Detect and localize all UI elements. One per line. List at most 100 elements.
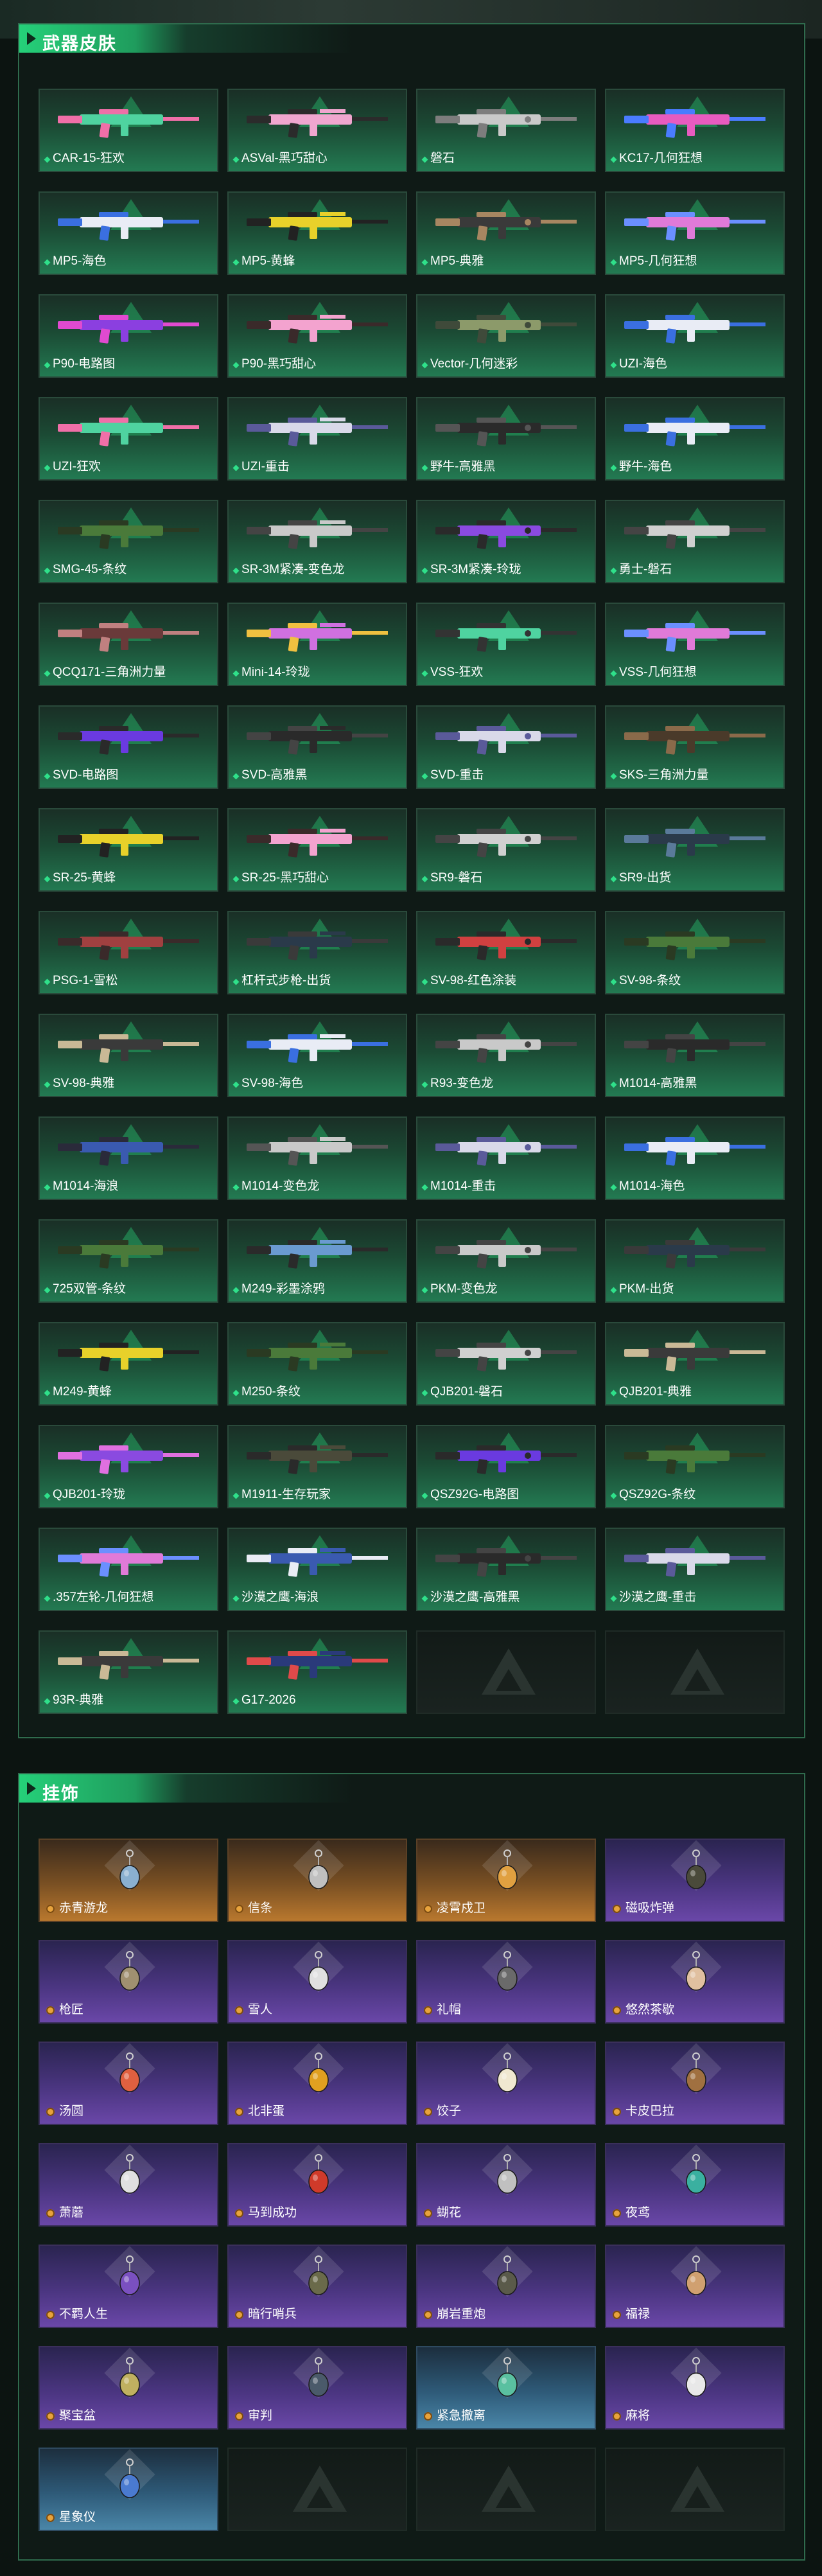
weapon-skin-card[interactable]: MP5-典雅 <box>416 191 596 275</box>
weapon-skin-card[interactable]: 沙漠之鹰-高雅黑 <box>416 1528 596 1611</box>
weapon-skin-card[interactable]: 勇士-磐石 <box>605 500 785 583</box>
charm-card[interactable]: 夜鸢 <box>605 2143 785 2227</box>
weapon-skin-card[interactable]: Mini-14-玲珑 <box>227 603 407 686</box>
weapon-skin-card[interactable]: .357左轮-几何狂想 <box>39 1528 218 1611</box>
charm-card[interactable]: 汤圆 <box>39 2042 218 2125</box>
weapon-skin-card[interactable]: 野牛-海色 <box>605 397 785 481</box>
quality-diamond-icon <box>421 464 428 472</box>
charm-card[interactable]: 不羁人生 <box>39 2245 218 2328</box>
weapon-skin-card[interactable]: SR9-出货 <box>605 808 785 892</box>
weapon-skin-card[interactable]: MP5-海色 <box>39 191 218 275</box>
weapon-skin-card[interactable]: SKS-三角洲力量 <box>605 705 785 789</box>
charm-signal-icon <box>235 2006 243 2015</box>
weapon-skin-card[interactable]: Vector-几何迷彩 <box>416 294 596 378</box>
weapon-skin-card[interactable]: SV-98-红色涂装 <box>416 911 596 994</box>
weapon-skin-card[interactable]: PKM-出货 <box>605 1219 785 1303</box>
weapon-skin-card[interactable]: QCQ171-三角洲力量 <box>39 603 218 686</box>
weapon-skin-card[interactable]: R93-变色龙 <box>416 1014 596 1097</box>
weapon-skin-card[interactable]: VSS-几何狂想 <box>605 603 785 686</box>
quality-diamond-icon <box>232 1287 240 1294</box>
weapon-skin-label: Mini-14-玲珑 <box>241 666 310 679</box>
weapon-skin-card[interactable]: QJB201-典雅 <box>605 1322 785 1406</box>
weapon-skin-card[interactable]: P90-电路图 <box>39 294 218 378</box>
weapon-skin-card[interactable]: SVD-电路图 <box>39 705 218 789</box>
charm-card[interactable]: 聚宝盆 <box>39 2346 218 2430</box>
weapon-skin-card[interactable]: MP5-几何狂想 <box>605 191 785 275</box>
weapon-skin-card[interactable]: QSZ92G-条纹 <box>605 1425 785 1508</box>
weapon-skin-card[interactable]: M1911-生存玩家 <box>227 1425 407 1508</box>
weapon-skin-card[interactable]: SVD-高雅黑 <box>227 705 407 789</box>
charm-card[interactable]: 悠然茶歇 <box>605 1940 785 2024</box>
charm-card[interactable]: 凌霄戍卫 <box>416 1839 596 1922</box>
quality-diamond-icon <box>44 156 51 163</box>
weapon-skin-card[interactable]: SR-3M紧凑-变色龙 <box>227 500 407 583</box>
weapon-skin-label: SR-25-黄蜂 <box>53 871 116 885</box>
charm-image <box>119 1849 140 1889</box>
weapon-skin-card[interactable]: M1014-重击 <box>416 1116 596 1200</box>
weapon-skin-card[interactable]: MP5-黄蜂 <box>227 191 407 275</box>
charm-card[interactable]: 枪匠 <box>39 1940 218 2024</box>
weapon-skin-card[interactable]: PSG-1-雪松 <box>39 911 218 994</box>
weapon-skin-card[interactable]: ASVal-黑巧甜心 <box>227 89 407 172</box>
charm-card[interactable]: 卡皮巴拉 <box>605 2042 785 2125</box>
weapon-skin-card[interactable]: SR9-磐石 <box>416 808 596 892</box>
charm-card[interactable]: 萧蘑 <box>39 2143 218 2227</box>
charm-card[interactable]: 星象仪 <box>39 2448 218 2531</box>
weapon-skin-card[interactable]: SR-25-黑巧甜心 <box>227 808 407 892</box>
weapon-skin-card[interactable]: M1014-海色 <box>605 1116 785 1200</box>
weapon-skin-card[interactable]: UZI-重击 <box>227 397 407 481</box>
weapon-skin-card[interactable]: G17-2026 <box>227 1630 407 1714</box>
charm-card[interactable]: 紧急撤离 <box>416 2346 596 2430</box>
charm-card[interactable]: 雪人 <box>227 1940 407 2024</box>
charm-card[interactable]: 审判 <box>227 2346 407 2430</box>
weapon-skin-card[interactable]: UZI-狂欢 <box>39 397 218 481</box>
weapon-skin-card[interactable]: SR-3M紧凑-玲珑 <box>416 500 596 583</box>
quality-diamond-icon <box>232 156 240 163</box>
charm-card[interactable]: 礼帽 <box>416 1940 596 2024</box>
weapon-skin-card[interactable]: 725双管-条纹 <box>39 1219 218 1303</box>
weapon-skin-card[interactable]: 沙漠之鹰-海浪 <box>227 1528 407 1611</box>
weapon-skin-card[interactable]: KC17-几何狂想 <box>605 89 785 172</box>
weapon-skin-card[interactable]: M1014-变色龙 <box>227 1116 407 1200</box>
weapon-skin-card[interactable]: QSZ92G-电路图 <box>416 1425 596 1508</box>
charm-card[interactable]: 马到成功 <box>227 2143 407 2227</box>
weapon-skin-card[interactable]: SMG-45-条纹 <box>39 500 218 583</box>
weapon-skin-card[interactable]: SV-98-海色 <box>227 1014 407 1097</box>
charm-card[interactable]: 赤青游龙 <box>39 1839 218 1922</box>
weapon-skin-label: SR-3M紧凑-玲珑 <box>430 563 521 576</box>
charm-card[interactable]: 饺子 <box>416 2042 596 2125</box>
weapon-skin-card[interactable]: PKM-变色龙 <box>416 1219 596 1303</box>
weapon-skin-card[interactable]: SR-25-黄蜂 <box>39 808 218 892</box>
weapon-skin-card[interactable]: M249-彩墨涂鸦 <box>227 1219 407 1303</box>
charm-image <box>308 2052 329 2092</box>
charm-card[interactable]: 麻将 <box>605 2346 785 2430</box>
weapon-skin-card[interactable]: M1014-高雅黑 <box>605 1014 785 1097</box>
weapon-skin-card[interactable]: CAR-15-狂欢 <box>39 89 218 172</box>
charm-card[interactable]: 暗行哨兵 <box>227 2245 407 2328</box>
weapon-skin-card[interactable]: SV-98-条纹 <box>605 911 785 994</box>
weapon-skin-card[interactable]: 93R-典雅 <box>39 1630 218 1714</box>
charm-card[interactable]: 福禄 <box>605 2245 785 2328</box>
quality-diamond-icon <box>44 464 51 472</box>
charm-card[interactable]: 崩岩重炮 <box>416 2245 596 2328</box>
weapon-skin-card[interactable]: QJB201-磐石 <box>416 1322 596 1406</box>
weapon-skin-card[interactable]: 杠杆式步枪-出货 <box>227 911 407 994</box>
weapon-skin-card[interactable]: VSS-狂欢 <box>416 603 596 686</box>
weapon-skin-card[interactable]: 野牛-高雅黑 <box>416 397 596 481</box>
weapon-skin-card[interactable]: 磐石 <box>416 89 596 172</box>
weapon-skin-card[interactable]: 沙漠之鹰-重击 <box>605 1528 785 1611</box>
weapon-skin-card[interactable]: M250-条纹 <box>227 1322 407 1406</box>
weapon-skin-card[interactable]: SV-98-典雅 <box>39 1014 218 1097</box>
weapon-skin-card[interactable]: P90-黑巧甜心 <box>227 294 407 378</box>
weapon-skin-card[interactable]: SVD-重击 <box>416 705 596 789</box>
weapon-skin-card[interactable]: UZI-海色 <box>605 294 785 378</box>
weapon-skin-image <box>247 109 388 138</box>
charm-card[interactable]: 磁吸炸弹 <box>605 1839 785 1922</box>
charm-card[interactable]: 蝴花 <box>416 2143 596 2227</box>
weapon-skin-card[interactable]: M249-黄蜂 <box>39 1322 218 1406</box>
charm-card[interactable]: 信条 <box>227 1839 407 1922</box>
weapon-skin-card[interactable]: QJB201-玲珑 <box>39 1425 218 1508</box>
weapon-skin-card[interactable]: M1014-海浪 <box>39 1116 218 1200</box>
weapon-skin-image <box>247 931 388 960</box>
charm-card[interactable]: 北非蛋 <box>227 2042 407 2125</box>
